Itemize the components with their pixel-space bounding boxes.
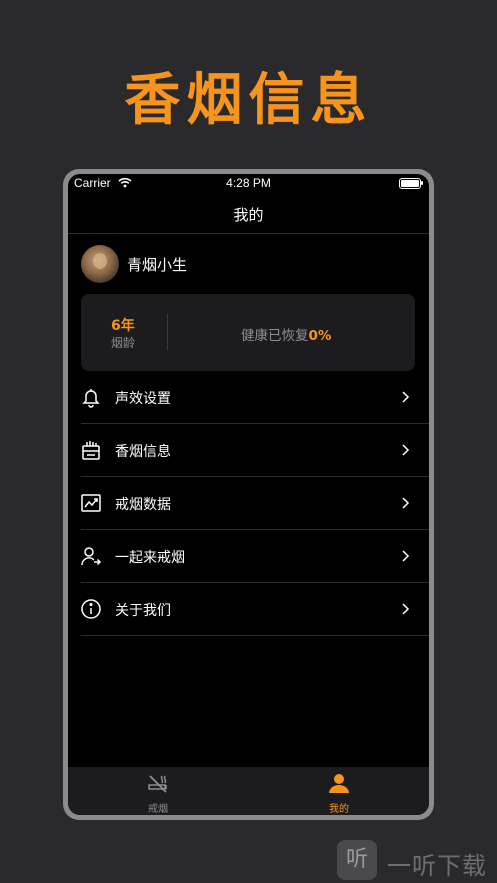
menu-item-label: 香烟信息 bbox=[115, 444, 171, 460]
tab-mine[interactable]: 我的 bbox=[249, 767, 429, 815]
menu-item-label: 戒烟数据 bbox=[115, 497, 171, 513]
health-recovery-label: 健康已恢复 bbox=[241, 328, 309, 344]
bell-icon bbox=[80, 386, 102, 408]
app-screen: Carrier 4:28 PM 我的 青烟小生 6年 烟龄 健康已恢复0% 声效… bbox=[68, 174, 429, 815]
cigarette-box-icon bbox=[80, 439, 102, 461]
watermark-logo: 听 bbox=[337, 840, 377, 880]
page-title: 我的 bbox=[233, 206, 264, 224]
tab-label: 戒烟 bbox=[148, 804, 168, 815]
watermark-text: 一听下载 bbox=[387, 852, 487, 880]
smoking-years-value: 6年 bbox=[111, 318, 135, 334]
nav-divider bbox=[68, 233, 429, 234]
watermark: 听 一听下载 bbox=[337, 838, 497, 883]
settings-menu: 声效设置 香烟信息 戒烟数据 一起来戒烟 关于我们 bbox=[68, 371, 429, 636]
health-recovery: 健康已恢复0% bbox=[241, 324, 331, 344]
menu-item-quit-data[interactable]: 戒烟数据 bbox=[68, 477, 429, 530]
person-icon bbox=[328, 772, 350, 794]
battery-icon bbox=[399, 178, 423, 189]
menu-item-sound-settings[interactable]: 声效设置 bbox=[68, 371, 429, 424]
menu-item-cigarette-info[interactable]: 香烟信息 bbox=[68, 424, 429, 477]
chevron-right-icon bbox=[398, 442, 412, 456]
chevron-right-icon bbox=[398, 548, 412, 562]
menu-item-label: 一起来戒烟 bbox=[115, 550, 185, 566]
info-icon bbox=[80, 598, 102, 620]
chevron-right-icon bbox=[398, 389, 412, 403]
tab-quit-smoking[interactable]: 戒烟 bbox=[68, 767, 248, 815]
tab-bar: 戒烟 我的 bbox=[68, 767, 429, 815]
trend-chart-icon bbox=[80, 492, 102, 514]
menu-item-label: 声效设置 bbox=[115, 391, 171, 407]
chevron-right-icon bbox=[398, 601, 412, 615]
stats-card: 6年 烟龄 健康已恢复0% bbox=[81, 294, 415, 371]
avatar[interactable] bbox=[81, 245, 119, 283]
menu-item-quit-together[interactable]: 一起来戒烟 bbox=[68, 530, 429, 583]
chevron-right-icon bbox=[398, 495, 412, 509]
stats-divider bbox=[167, 314, 168, 350]
promo-title: 香烟信息 bbox=[124, 68, 373, 133]
status-time: 4:28 PM bbox=[226, 176, 271, 190]
menu-item-about-us[interactable]: 关于我们 bbox=[68, 583, 429, 636]
menu-item-label: 关于我们 bbox=[115, 603, 171, 619]
username: 青烟小生 bbox=[127, 256, 188, 274]
menu-divider bbox=[81, 635, 429, 636]
health-recovery-value: 0% bbox=[308, 328, 332, 344]
tab-label: 我的 bbox=[329, 804, 349, 815]
smoking-years-label: 烟龄 bbox=[111, 336, 136, 350]
status-bar: Carrier 4:28 PM bbox=[68, 174, 429, 192]
user-share-icon bbox=[80, 545, 102, 567]
no-smoking-icon bbox=[147, 772, 169, 794]
